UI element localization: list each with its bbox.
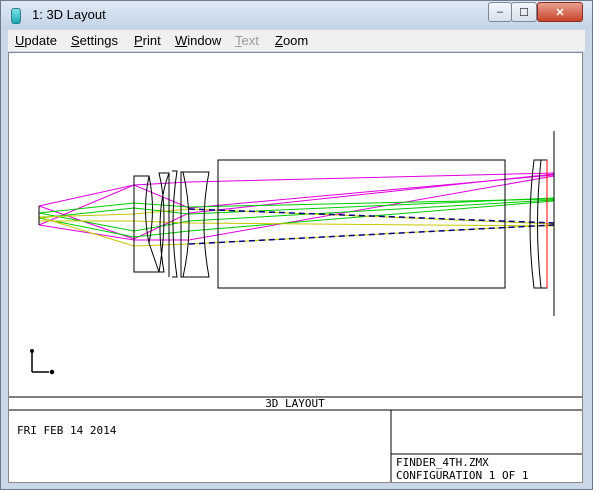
menu-bar: Update Settings Print Window Text Zoom xyxy=(8,30,585,51)
menu-update[interactable]: Update xyxy=(15,33,57,48)
menu-zoom[interactable]: Zoom xyxy=(275,33,308,48)
ray-fan-field2 xyxy=(38,197,555,238)
layout-window: 1: 3D Layout – ☐ ✕ Update Settings Print… xyxy=(0,0,593,490)
layout-drawing: 3D LAYOUT FRI FEB 14 2014 FINDER_4TH.ZMX… xyxy=(9,131,582,482)
banner-text: 3D LAYOUT xyxy=(265,397,325,410)
menu-settings[interactable]: Settings xyxy=(71,33,118,48)
app-icon xyxy=(11,8,21,24)
menu-window[interactable]: Window xyxy=(175,33,221,48)
title-bar[interactable]: 1: 3D Layout – ☐ ✕ xyxy=(1,1,592,29)
ray-fan-field1 xyxy=(38,172,555,241)
minimize-button[interactable]: – xyxy=(488,2,512,22)
date-text: FRI FEB 14 2014 xyxy=(17,424,117,437)
configuration-text: CONFIGURATION 1 OF 1 xyxy=(396,469,528,482)
maximize-button[interactable]: ☐ xyxy=(511,2,537,22)
close-button[interactable]: ✕ xyxy=(537,2,583,22)
axis-indicator xyxy=(30,349,55,375)
window-title: 1: 3D Layout xyxy=(32,7,106,22)
plot-canvas[interactable]: 3D LAYOUT FRI FEB 14 2014 FINDER_4TH.ZMX… xyxy=(8,52,583,483)
menu-text: Text xyxy=(235,33,259,48)
file-name-text: FINDER_4TH.ZMX xyxy=(396,456,489,469)
menu-print[interactable]: Print xyxy=(134,33,161,48)
